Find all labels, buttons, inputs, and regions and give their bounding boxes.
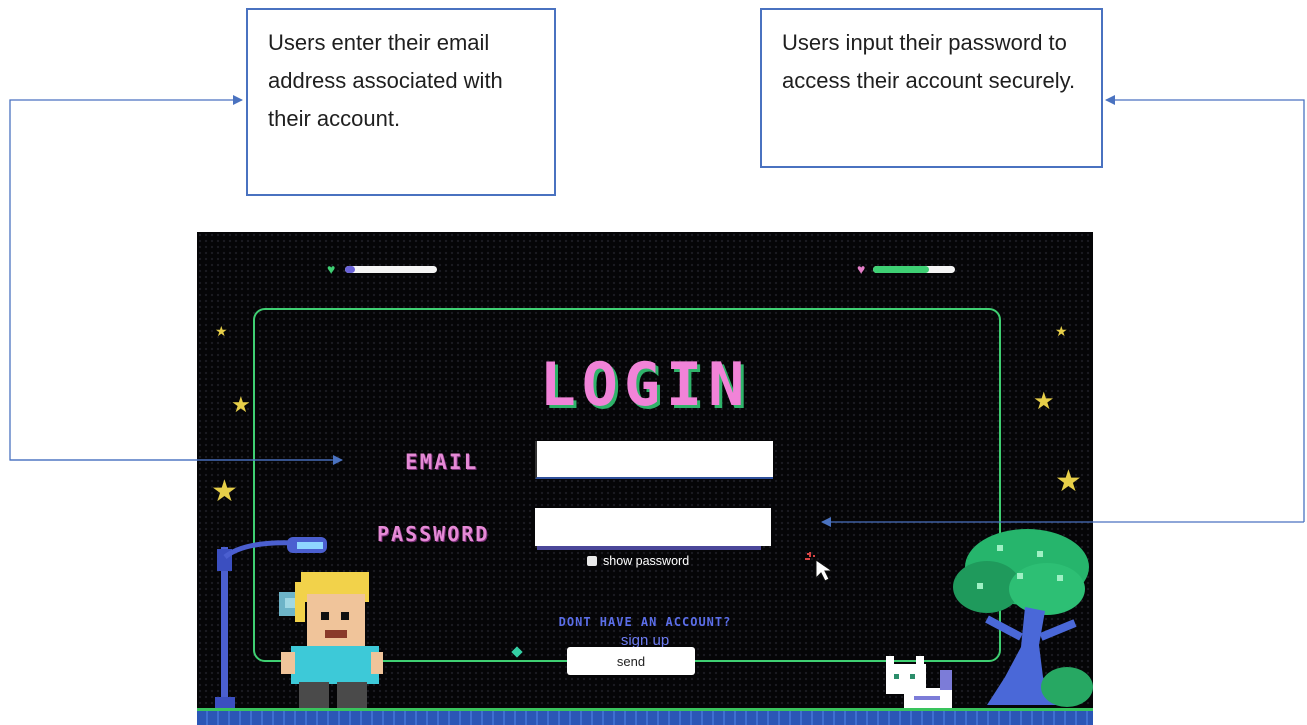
annotation-arrows (9, 95, 1305, 527)
password-arrow (1105, 95, 1305, 522)
email-arrow (9, 95, 332, 461)
